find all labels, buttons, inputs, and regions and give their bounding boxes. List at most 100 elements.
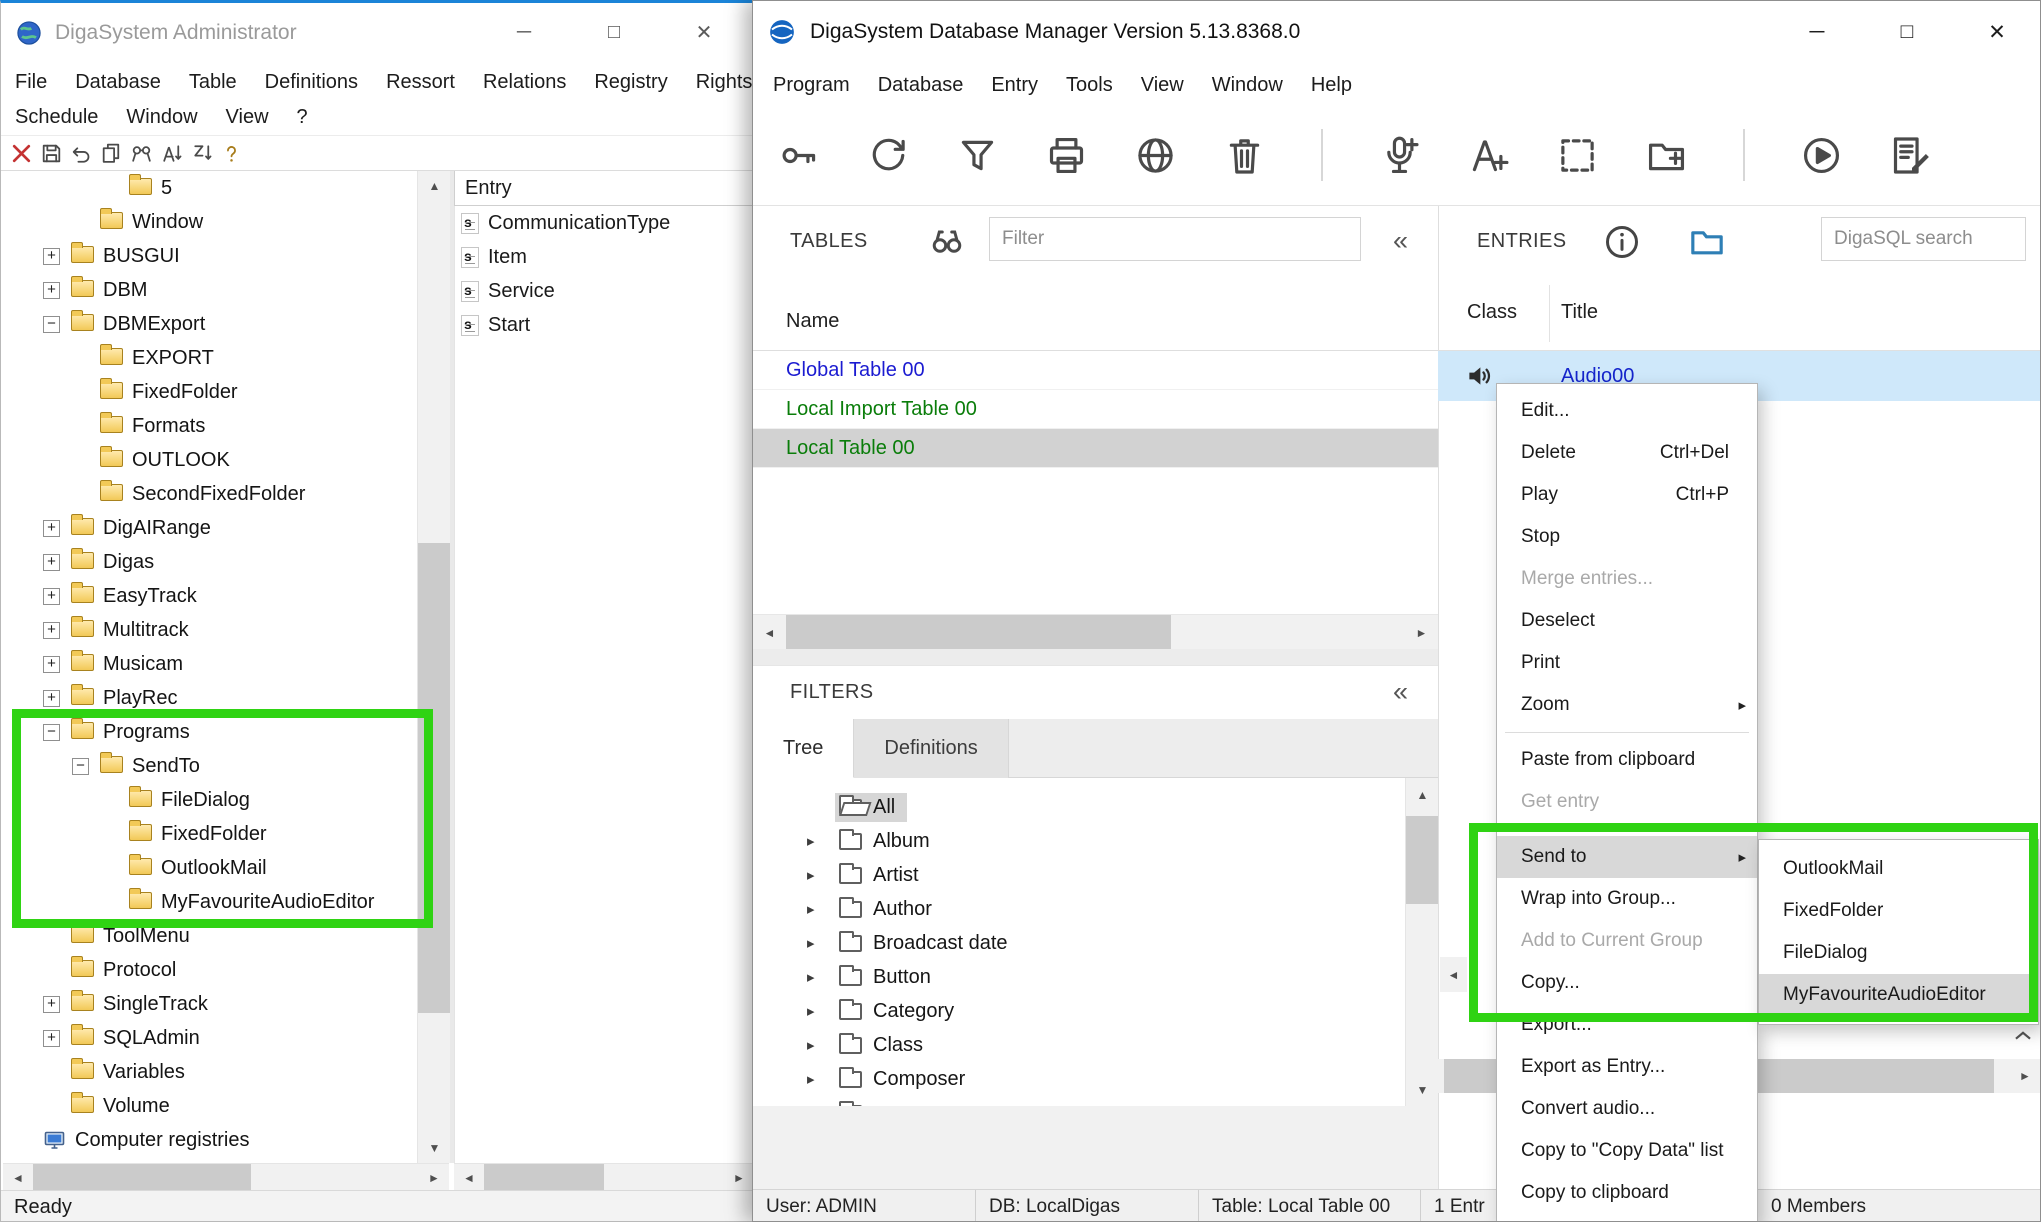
expand-toggle-icon[interactable]: + (43, 622, 60, 639)
tree-item-dbmexport[interactable]: −DBMExport (3, 307, 417, 341)
send-to-target-fixedfolder[interactable]: FixedFolder (1759, 890, 2038, 932)
tables-filter-input[interactable] (989, 217, 1361, 261)
tables-filters-splitter[interactable] (753, 649, 1438, 665)
close-red-icon[interactable] (9, 141, 34, 166)
web-icon[interactable] (1133, 133, 1178, 178)
context-menu-item-wrap-into-group[interactable]: Wrap into Group... (1497, 878, 1757, 920)
dbm-maximize-button[interactable]: □ (1862, 1, 1952, 63)
tree-item-sqladmin[interactable]: +SQLAdmin (3, 1021, 417, 1055)
save-icon[interactable] (39, 141, 64, 166)
entry-column-header[interactable]: Entry (454, 171, 754, 206)
context-menu-item-zoom[interactable]: Zoom▸ (1497, 684, 1757, 726)
admin-menu-relations[interactable]: Relations (469, 71, 580, 94)
tree-item-outlook[interactable]: OUTLOOK (3, 443, 417, 477)
context-menu-item-export-as-entry[interactable]: Export as Entry... (1497, 1046, 1757, 1088)
admin-menu-file[interactable]: File (1, 71, 61, 94)
folder-view-icon[interactable] (1686, 222, 1728, 262)
filter-tree-item-broadcast-date[interactable]: ▸Broadcast date (753, 926, 1405, 960)
table-row-local-table-00[interactable]: Local Table 00 (753, 429, 1438, 468)
expand-toggle-icon[interactable]: + (43, 996, 60, 1013)
admin-menu-view[interactable]: View (212, 106, 283, 129)
filter-tree-item-class[interactable]: ▸Class (753, 1028, 1405, 1062)
tree-item-window[interactable]: Window (3, 205, 417, 239)
help-icon[interactable] (219, 141, 244, 166)
filters-tab-tree[interactable]: Tree (753, 719, 854, 778)
expand-toggle-icon[interactable]: − (43, 724, 60, 741)
tree-item-musicam[interactable]: +Musicam (3, 647, 417, 681)
admin-menu-window[interactable]: Window (112, 106, 211, 129)
expand-toggle-icon[interactable]: + (43, 690, 60, 707)
context-menu-item-delete[interactable]: DeleteCtrl+Del (1497, 432, 1757, 474)
scroll-down-icon[interactable]: ▼ (1406, 1073, 1439, 1106)
tree-item-outlookmail[interactable]: OutlookMail (3, 851, 417, 885)
tree-item-5[interactable]: 5 (3, 171, 417, 205)
expand-arrow-icon[interactable]: ▸ (807, 1036, 839, 1054)
entry-item-communicationtype[interactable]: sCommunicationType (455, 206, 754, 240)
table-search-icon[interactable] (926, 221, 968, 263)
admin-menu-database[interactable]: Database (61, 71, 175, 94)
play-icon[interactable] (1799, 133, 1844, 178)
tree-vertical-scrollbar[interactable]: ▲ ▼ (417, 171, 450, 1163)
tree-item-digairange[interactable]: +DigAIRange (3, 511, 417, 545)
context-menu-item-get-entry[interactable]: Get entry (1497, 781, 1757, 823)
entries-column-header[interactable]: Class Title (1438, 277, 2041, 351)
print-icon[interactable] (1044, 133, 1089, 178)
context-menu-item-copy[interactable]: Copy... (1497, 962, 1757, 1004)
scroll-left-icon[interactable]: ◄ (753, 615, 786, 650)
scroll-thumb[interactable] (33, 1164, 251, 1191)
tree-item-programs[interactable]: −Programs (3, 715, 417, 749)
copy-icon[interactable] (99, 141, 124, 166)
digasql-search-input[interactable] (1821, 217, 2026, 261)
tree-item-filedialog[interactable]: FileDialog (3, 783, 417, 817)
dbm-menu-help[interactable]: Help (1297, 74, 1366, 97)
info-icon[interactable] (1602, 222, 1642, 262)
filters-collapse-button[interactable]: « (1393, 676, 1408, 707)
admin-menu-definitions[interactable]: Definitions (251, 71, 372, 94)
scroll-left-icon[interactable]: ◄ (3, 1164, 33, 1191)
admin-minimize-button[interactable]: ─ (479, 3, 569, 62)
column-divider[interactable] (1549, 285, 1550, 342)
scroll-right-icon[interactable]: ► (724, 1164, 754, 1191)
tree-item-busgui[interactable]: +BUSGUI (3, 239, 417, 273)
tree-item-secondfixedfolder[interactable]: SecondFixedFolder (3, 477, 417, 511)
expand-toggle-icon[interactable]: + (43, 520, 60, 537)
expand-toggle-icon[interactable]: + (43, 1030, 60, 1047)
admin-menu-item[interactable]: ? (283, 106, 322, 129)
filter-tree-item-album[interactable]: ▸Album (753, 824, 1405, 858)
expand-toggle-icon[interactable]: + (43, 588, 60, 605)
undo-icon[interactable] (69, 141, 94, 166)
tree-item-myfavouriteaudioeditor[interactable]: MyFavouriteAudioEditor (3, 885, 417, 919)
expand-arrow-icon[interactable]: ▸ (807, 968, 839, 986)
scroll-thumb[interactable] (484, 1164, 604, 1191)
expand-arrow-icon[interactable]: ▸ (807, 866, 839, 884)
entry-horizontal-scrollbar[interactable]: ◄ ► (454, 1163, 754, 1190)
entry-item-item[interactable]: sItem (455, 240, 754, 274)
tree-item-variables[interactable]: Variables (3, 1055, 417, 1089)
filter-icon[interactable] (955, 133, 1000, 178)
tree-item-export[interactable]: EXPORT (3, 341, 417, 375)
context-menu-item-convert-audio[interactable]: Convert audio... (1497, 1088, 1757, 1130)
expand-arrow-icon[interactable]: ▸ (807, 900, 839, 918)
tree-item-fixedfolder[interactable]: FixedFolder (3, 375, 417, 409)
expand-arrow-icon[interactable]: ▸ (807, 1002, 839, 1020)
filter-tree-item-author[interactable]: ▸Author (753, 892, 1405, 926)
tree-horizontal-scrollbar[interactable]: ◄ ► (3, 1163, 449, 1190)
tree-item-sendto[interactable]: −SendTo (3, 749, 417, 783)
admin-menu-rights[interactable]: Rights (682, 71, 756, 94)
scroll-thumb[interactable] (1406, 816, 1439, 904)
send-to-target-filedialog[interactable]: FileDialog (1759, 932, 2038, 974)
tree-item-multitrack[interactable]: +Multitrack (3, 613, 417, 647)
scroll-up-icon[interactable]: ▲ (1406, 778, 1439, 811)
key-icon[interactable] (777, 133, 822, 178)
filter-tree-item-button[interactable]: ▸Button (753, 960, 1405, 994)
context-menu-item-play[interactable]: PlayCtrl+P (1497, 474, 1757, 516)
context-menu-item-print[interactable]: Print (1497, 642, 1757, 684)
sort-az-icon[interactable] (159, 141, 184, 166)
expand-toggle-icon[interactable]: − (72, 758, 89, 775)
record-icon[interactable] (1377, 133, 1422, 178)
send-to-target-outlookmail[interactable]: OutlookMail (1759, 848, 2038, 890)
edit-entry-icon[interactable] (1888, 133, 1933, 178)
tree-item-singletrack[interactable]: +SingleTrack (3, 987, 417, 1021)
context-menu-item-add-to-current-group[interactable]: Add to Current Group (1497, 920, 1757, 962)
tree-item-easytrack[interactable]: +EasyTrack (3, 579, 417, 613)
